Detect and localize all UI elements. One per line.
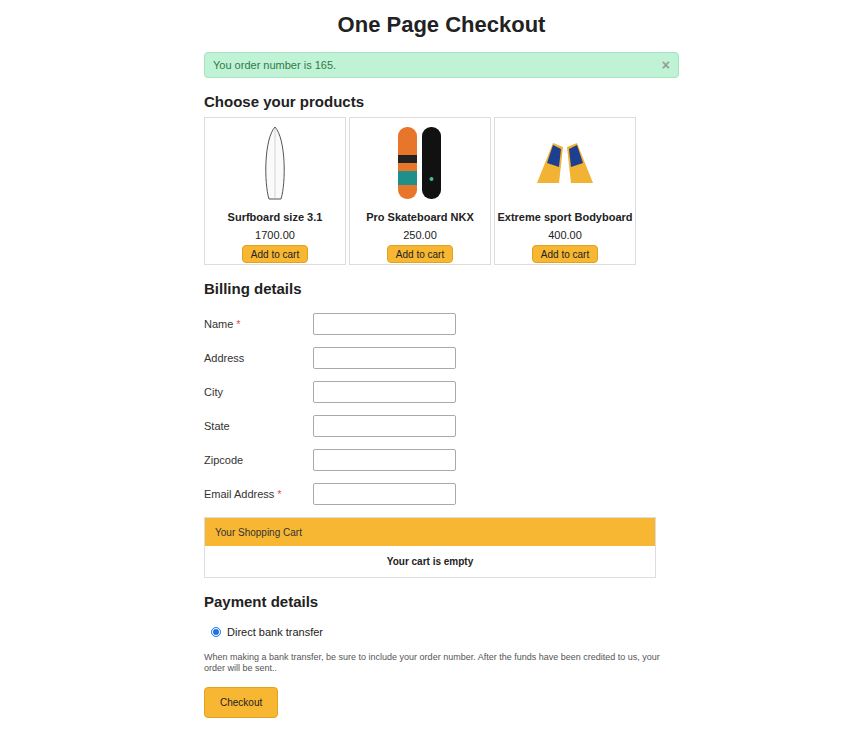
text-input[interactable] <box>313 415 456 437</box>
product-card: Surfboard size 3.1 1700.00 Add to cart <box>204 117 346 265</box>
product-name: Surfboard size 3.1 <box>228 210 323 224</box>
product-name: Extreme sport Bodyboard <box>497 210 632 224</box>
required-mark: * <box>236 318 240 330</box>
checkout-column: One Page Checkout You order number is 165… <box>204 10 679 718</box>
product-price: 250.00 <box>403 228 437 242</box>
payment-option-label: Direct bank transfer <box>227 624 323 641</box>
radio-dot <box>213 629 219 635</box>
field-label: Name* <box>204 316 313 333</box>
field-label: Email Address* <box>204 486 313 503</box>
alert-message: You order number is 165. <box>213 57 336 74</box>
form-row: Zipcode <box>204 449 679 471</box>
shopping-cart: Your Shopping CartYour cart is empty <box>204 517 656 578</box>
field-label: City <box>204 384 313 401</box>
products-heading: Choose your products <box>204 94 679 110</box>
form-row: Address <box>204 347 679 369</box>
product-card: Extreme sport Bodyboard 400.00 Add to cart <box>494 117 636 265</box>
product-price: 400.00 <box>548 228 582 242</box>
billing-form: Name* Address City State Zipcode Email Addres… <box>204 313 679 505</box>
page-title: One Page Checkout <box>204 10 679 40</box>
field-label: Zipcode <box>204 452 313 469</box>
form-row: State <box>204 415 679 437</box>
text-input[interactable] <box>313 449 456 471</box>
billing-heading: Billing details <box>204 281 679 297</box>
cart-empty-message: Your cart is empty <box>205 546 655 577</box>
add-to-cart-button[interactable]: Add to cart <box>387 245 453 263</box>
form-row: Email Address* <box>204 483 679 505</box>
product-card: Pro Skateboard NKX 250.00 Add to cart <box>349 117 491 265</box>
alert-close-button[interactable]: × <box>662 58 670 72</box>
product-image <box>395 124 445 202</box>
checkout-row: Checkout <box>204 687 679 718</box>
cart-header: Your Shopping Cart <box>205 518 655 546</box>
payment-methods: Direct bank transfer <box>204 624 679 640</box>
product-image <box>255 124 295 202</box>
fins-icon <box>533 133 597 193</box>
payment-note: When making a bank transfer, be sure to … <box>204 652 672 674</box>
checkout-button[interactable]: Checkout <box>204 687 278 718</box>
required-mark: * <box>277 488 281 500</box>
product-list: Surfboard size 3.11700.00Add to cartPro … <box>204 117 679 265</box>
add-to-cart-button[interactable]: Add to cart <box>532 245 598 263</box>
add-to-cart-button[interactable]: Add to cart <box>242 245 308 263</box>
order-alert: You order number is 165. × <box>204 52 679 78</box>
page: One Page Checkout You order number is 165… <box>0 0 861 735</box>
product-image <box>533 124 597 202</box>
payment-heading: Payment details <box>204 594 679 610</box>
field-label: State <box>204 418 313 435</box>
text-input[interactable] <box>313 483 456 505</box>
text-input[interactable] <box>313 381 456 403</box>
surfboard-icon <box>255 125 295 201</box>
product-name: Pro Skateboard NKX <box>366 210 474 224</box>
payment-option[interactable]: Direct bank transfer <box>204 624 679 640</box>
text-input[interactable] <box>313 347 456 369</box>
field-label: Address <box>204 350 313 367</box>
form-row: Name* <box>204 313 679 335</box>
skateboard-icon <box>395 125 445 201</box>
text-input[interactable] <box>313 313 456 335</box>
form-row: City <box>204 381 679 403</box>
product-price: 1700.00 <box>255 228 295 242</box>
radio-button[interactable] <box>211 627 221 637</box>
